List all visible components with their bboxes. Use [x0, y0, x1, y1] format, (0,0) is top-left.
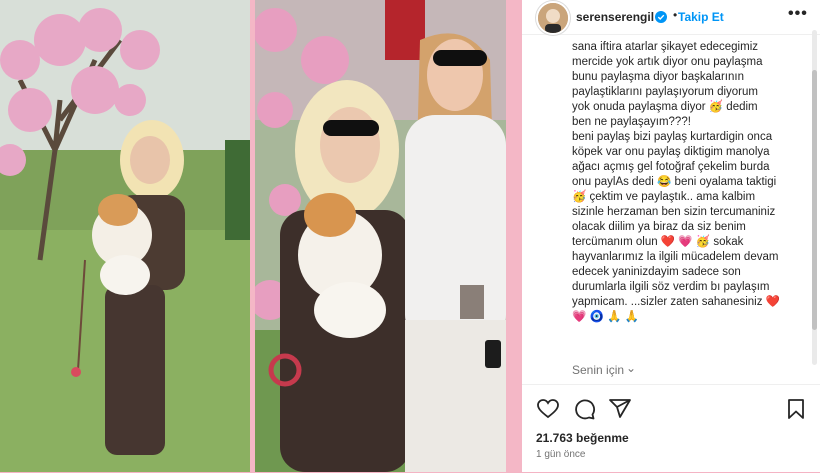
verified-badge-icon: [655, 10, 667, 23]
post-actions: 21.763 beğenme 1 gün önce: [522, 384, 820, 473]
chevron-down-icon[interactable]: ⌄: [626, 361, 636, 375]
post-detail-panel: serenserengil • Takip Et ••• sana iftira…: [522, 0, 820, 472]
heart-icon[interactable]: [536, 397, 560, 421]
photo-left: [0, 0, 250, 472]
for-you-label[interactable]: Senin için: [572, 363, 624, 377]
garden-photo-left: [0, 0, 250, 472]
separator-dot: •: [673, 8, 678, 22]
comment-icon[interactable]: [572, 397, 596, 421]
caption-scroll-area[interactable]: sana iftira atarlar şikayet edecegimiz m…: [522, 35, 820, 383]
likes-count[interactable]: 21.763 beğenme: [536, 431, 629, 445]
follow-button[interactable]: Takip Et: [678, 10, 724, 24]
scrollbar-thumb[interactable]: [812, 70, 817, 330]
more-options-icon[interactable]: •••: [788, 5, 808, 23]
garden-photo-right: [255, 0, 506, 472]
caption-scrollbar[interactable]: [812, 30, 817, 365]
share-icon[interactable]: [608, 397, 632, 421]
bookmark-icon[interactable]: [784, 397, 808, 421]
photo-right: [255, 0, 506, 472]
avatar-image: [538, 3, 568, 33]
avatar[interactable]: [536, 1, 570, 35]
post-timestamp: 1 gün önce: [536, 449, 586, 460]
username[interactable]: serenserengil: [576, 10, 654, 24]
post-caption: sana iftira atarlar şikayet edecegimiz m…: [572, 41, 780, 323]
post-header: serenserengil • Takip Et •••: [522, 0, 820, 35]
post-media: [0, 0, 522, 472]
